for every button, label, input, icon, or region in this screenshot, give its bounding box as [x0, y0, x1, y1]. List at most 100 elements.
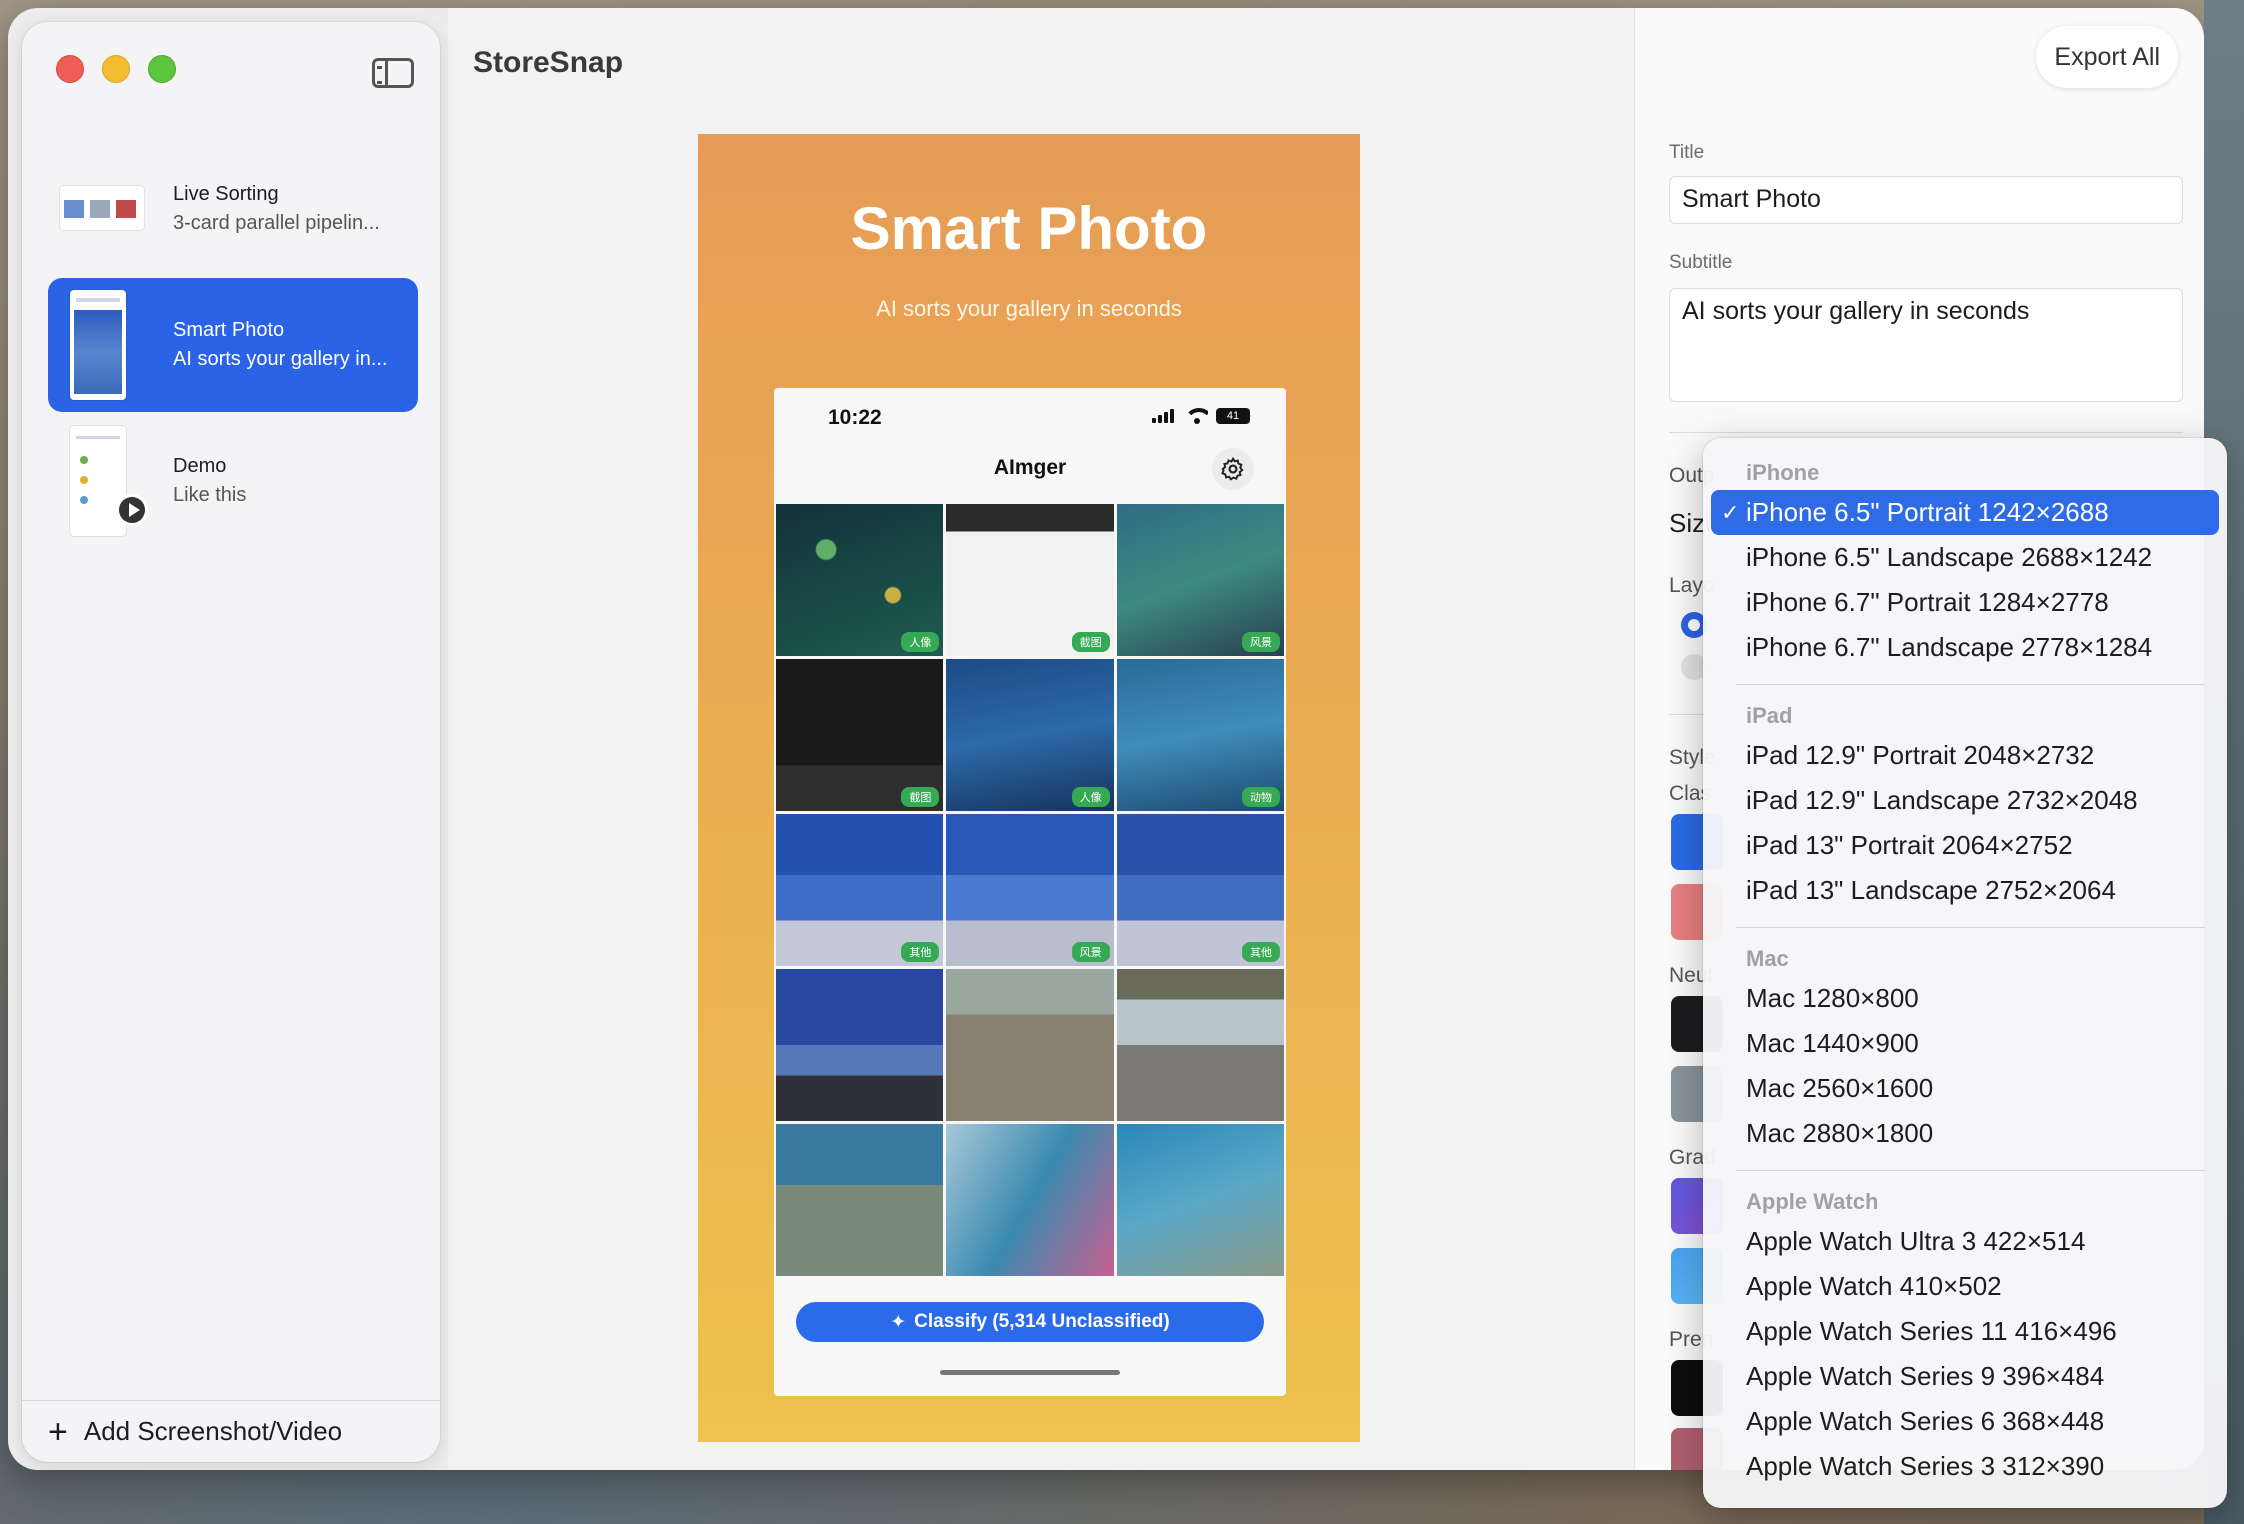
sidebar-toggle-icon[interactable] — [372, 58, 414, 88]
list-item[interactable]: Demo Like this — [48, 414, 418, 548]
menu-item[interactable]: iPhone 6.7" Landscape 2778×1284 — [1711, 625, 2219, 670]
screenshot-thumbnail — [60, 186, 144, 230]
divider — [1669, 432, 2183, 433]
menu-header: iPhone — [1746, 460, 1820, 485]
minimize-button[interactable] — [102, 55, 130, 83]
photo-thumbnail — [776, 969, 944, 1121]
status-icons: 41 — [1152, 408, 1250, 424]
menu-separator — [1736, 927, 2205, 928]
classify-label: Classify (5,314 Unclassified) — [914, 1311, 1170, 1332]
menu-section-apple-watch: Apple Watch Apple Watch Ultra 3 422×514 … — [1703, 1185, 2227, 1489]
cellular-signal-icon — [1152, 409, 1178, 423]
menu-header: iPad — [1746, 703, 1793, 728]
photo-thumbnail: 风景 — [1116, 504, 1284, 656]
photo-thumbnail — [946, 969, 1114, 1121]
export-all-button[interactable]: Export All — [2036, 26, 2178, 88]
photo-thumbnail — [1116, 1124, 1284, 1276]
status-time: 10:22 — [828, 406, 882, 429]
menu-section-ipad: iPad iPad 12.9" Portrait 2048×2732 iPad … — [1703, 699, 2227, 913]
menu-item[interactable]: Mac 1280×800 — [1711, 976, 2219, 1021]
photo-tag: 风景 — [1241, 632, 1280, 652]
menu-item[interactable]: Apple Watch Series 11 416×496 — [1711, 1309, 2219, 1354]
gear-icon — [1212, 448, 1254, 490]
menu-item[interactable]: iPhone 6.7" Portrait 1284×2778 — [1711, 580, 2219, 625]
photo-thumbnail: 人像 — [946, 659, 1114, 811]
photo-tag: 动物 — [1241, 787, 1280, 807]
photo-thumbnail: 其他 — [1116, 814, 1284, 966]
menu-header: Mac — [1746, 946, 1789, 971]
classify-button: ✦ Classify (5,314 Unclassified) — [796, 1302, 1264, 1342]
photo-tag: 人像 — [1071, 787, 1110, 807]
menu-item[interactable]: Apple Watch 410×502 — [1711, 1264, 2219, 1309]
poster-subtitle: AI sorts your gallery in seconds — [876, 296, 1182, 321]
sparkle-icon: ✦ — [890, 1311, 907, 1333]
size-dropdown-menu: iPhone ✓ iPhone 6.5" Portrait 1242×2688 i… — [1703, 438, 2227, 1508]
list-item[interactable]: Live Sorting 3-card parallel pipelin... — [48, 142, 418, 276]
menu-header: Apple Watch — [1746, 1189, 1879, 1214]
app-title: StoreSnap — [473, 46, 624, 79]
zoom-button[interactable] — [148, 55, 176, 83]
menu-item[interactable]: Mac 1440×900 — [1711, 1021, 2219, 1066]
window-controls — [56, 55, 176, 83]
menu-item[interactable]: Mac 2560×1600 — [1711, 1066, 2219, 1111]
wifi-icon — [1186, 408, 1208, 424]
add-label: Add Screenshot/Video — [83, 1416, 343, 1446]
photo-tag: 其他 — [901, 942, 940, 962]
menu-item[interactable]: iPad 12.9" Landscape 2732×2048 — [1711, 778, 2219, 823]
photo-tag: 其他 — [1241, 942, 1280, 962]
photo-tag: 截图 — [901, 787, 940, 807]
plus-icon: + — [48, 1412, 68, 1451]
sidebar: Live Sorting 3-card parallel pipelin... … — [22, 22, 440, 1462]
play-icon — [116, 494, 148, 526]
menu-item-selected[interactable]: ✓ iPhone 6.5" Portrait 1242×2688 — [1711, 490, 2219, 535]
menu-separator — [1736, 684, 2205, 685]
screenshot-list: Live Sorting 3-card parallel pipelin... … — [48, 142, 418, 550]
item-title: Live Sorting — [173, 183, 279, 205]
menu-section-iphone: iPhone ✓ iPhone 6.5" Portrait 1242×2688 i… — [1703, 456, 2227, 670]
title-field[interactable]: Smart Photo — [1669, 176, 2183, 224]
photo-grid: 人像 截图 风景 截图 人像 动物 其他 风景 其他 — [776, 504, 1284, 1276]
battery-icon: 41 — [1216, 408, 1250, 424]
subtitle-label: Subtitle — [1669, 252, 1733, 273]
poster-title: Smart Photo — [850, 195, 1208, 262]
photo-thumbnail: 其他 — [776, 814, 944, 966]
photo-thumbnail: 截图 — [776, 659, 944, 811]
item-title: Demo — [173, 455, 227, 477]
item-title: Smart Photo — [173, 319, 285, 341]
photo-thumbnail: 动物 — [1116, 659, 1284, 811]
title-label: Title — [1669, 142, 1705, 163]
photo-tag: 截图 — [1071, 632, 1110, 652]
photo-thumbnail: 截图 — [946, 504, 1114, 656]
menu-item[interactable]: Apple Watch Ultra 3 422×514 — [1711, 1219, 2219, 1264]
photo-tag: 人像 — [901, 632, 940, 652]
item-subtitle: AI sorts your gallery in... — [173, 348, 388, 370]
screenshot-preview[interactable]: Smart Photo AI sorts your gallery in sec… — [698, 134, 1360, 1442]
menu-item[interactable]: iPad 12.9" Portrait 2048×2732 — [1711, 733, 2219, 778]
menu-item[interactable]: Apple Watch Series 9 396×484 — [1711, 1354, 2219, 1399]
phone-app-name: AImger — [993, 456, 1067, 479]
item-subtitle: 3-card parallel pipelin... — [173, 212, 380, 234]
checkmark-icon: ✓ — [1721, 500, 1740, 525]
photo-thumbnail — [1116, 969, 1284, 1121]
photo-thumbnail: 风景 — [946, 814, 1114, 966]
menu-section-mac: Mac Mac 1280×800 Mac 1440×900 Mac 2560×1… — [1703, 942, 2227, 1156]
menu-item[interactable]: Mac 2880×1800 — [1711, 1111, 2219, 1156]
photo-tag: 风景 — [1071, 942, 1110, 962]
phone-mockup: 10:22 41 AImger 人像 截图 风景 截图 人像 动物 其他 风景 — [774, 388, 1286, 1396]
item-subtitle: Like this — [173, 484, 247, 506]
menu-item[interactable]: iPad 13" Portrait 2064×2752 — [1711, 823, 2219, 868]
menu-item[interactable]: Apple Watch Series 3 312×390 — [1711, 1444, 2219, 1489]
menu-item[interactable]: Apple Watch Series 6 368×448 — [1711, 1399, 2219, 1444]
list-item-selected[interactable]: Smart Photo AI sorts your gallery in... — [48, 278, 418, 412]
screenshot-thumbnail — [70, 426, 126, 536]
add-screenshot-button[interactable]: + Add Screenshot/Video — [22, 1400, 440, 1462]
screenshot-thumbnail — [70, 290, 126, 400]
menu-separator — [1736, 1170, 2205, 1171]
subtitle-field[interactable]: AI sorts your gallery in seconds — [1669, 288, 2183, 402]
menu-item[interactable]: iPad 13" Landscape 2752×2064 — [1711, 868, 2219, 913]
photo-thumbnail — [776, 1124, 944, 1276]
close-button[interactable] — [56, 55, 84, 83]
photo-thumbnail — [946, 1124, 1114, 1276]
photo-thumbnail: 人像 — [776, 504, 944, 656]
menu-item[interactable]: iPhone 6.5" Landscape 2688×1242 — [1711, 535, 2219, 580]
